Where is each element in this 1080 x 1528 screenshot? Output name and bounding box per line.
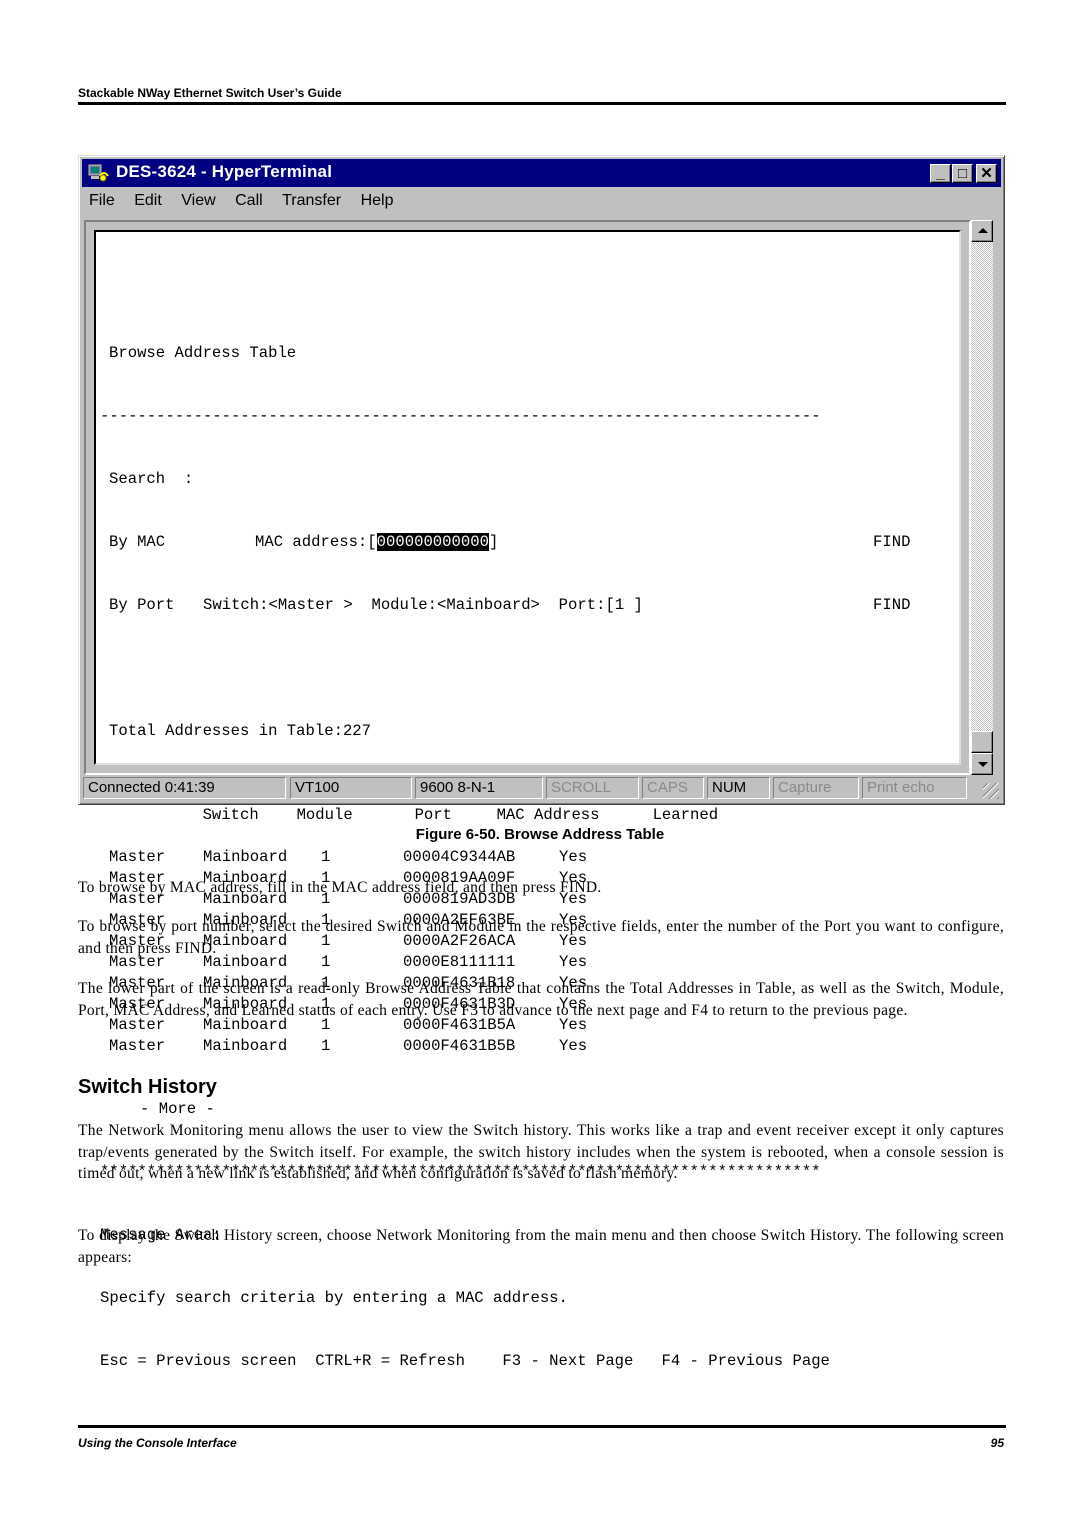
window-title: DES-3624 - HyperTerminal (116, 162, 333, 181)
page-header: Stackable NWay Ethernet Switch User’s Gu… (78, 86, 342, 100)
footer-section: Using the Console Interface (78, 1436, 237, 1450)
total-addresses-value: 227 (342, 722, 372, 740)
paragraph: To display the Switch History screen, ch… (78, 1227, 1004, 1266)
status-settings: 9600 8-N-1 (415, 777, 543, 799)
title-bar[interactable]: DES-3624 - HyperTerminal _ □ ✕ (82, 159, 1001, 187)
status-num: NUM (707, 777, 770, 799)
terminal-frame: Browse Address Table -------------------… (84, 220, 971, 1370)
switch-select[interactable]: <Master > (269, 596, 353, 614)
menu-call[interactable]: Call (235, 192, 263, 210)
col-port: Port (414, 806, 453, 824)
hyperterminal-app-icon (88, 164, 109, 182)
cell-port: 1 (321, 1037, 331, 1055)
hyperterminal-window: DES-3624 - HyperTerminal _ □ ✕ File Edit… (78, 155, 1005, 1370)
menu-help[interactable]: Help (361, 192, 394, 210)
col-learned: Learned (652, 806, 719, 824)
maximize-icon: □ (957, 165, 968, 182)
maximize-button[interactable]: □ (952, 164, 973, 183)
status-bar: Connected 0:41:39 VT100 9600 8-N-1 SCROL… (82, 776, 1001, 800)
cell-module: Mainboard (203, 1037, 288, 1055)
cell-switch: Master (109, 848, 166, 866)
close-button[interactable]: ✕ (976, 164, 997, 183)
close-icon: ✕ (980, 165, 993, 182)
footer-rule (78, 1425, 1006, 1428)
cell-port: 1 (321, 848, 331, 866)
port-input[interactable]: [1 ] (605, 596, 642, 614)
paragraph: The lower part of the screen is a read-o… (78, 980, 1004, 1019)
figure-caption: Figure 6-50. Browse Address Table (415, 826, 665, 843)
table-row: Master Mainboard 1 0000F4631B5B Yes (109, 1036, 830, 1057)
dash-divider: ----------------------------------------… (100, 407, 821, 425)
vertical-scrollbar[interactable] (971, 220, 993, 775)
menu-file[interactable]: File (89, 192, 115, 210)
screen-title: Browse Address Table (109, 344, 297, 362)
by-port-label: By Port (109, 596, 175, 614)
status-capture: Capture (773, 777, 859, 799)
scroll-track[interactable] (971, 242, 993, 731)
port-label: Port: (558, 596, 606, 614)
minimize-button[interactable]: _ (930, 164, 951, 183)
section-heading: Switch History (78, 1076, 217, 1098)
paragraph: The Network Monitoring menu allows the u… (78, 1122, 1004, 1183)
status-scroll: SCROLL (546, 777, 639, 799)
message-text: Specify search criteria by entering a MA… (100, 1289, 568, 1307)
paragraph: To browse by MAC address, fill in the MA… (78, 879, 602, 896)
scroll-thumb[interactable] (971, 731, 993, 753)
cell-mac-address: 00004C9344AB (403, 848, 516, 866)
status-emulation: VT100 (290, 777, 412, 799)
total-addresses-label: Total Addresses in Table: (109, 722, 343, 740)
menu-edit[interactable]: Edit (134, 192, 162, 210)
scroll-down-button[interactable] (971, 753, 993, 775)
module-label: Module: (371, 596, 437, 614)
switch-label: Switch: (203, 596, 269, 614)
table-row: Master Mainboard 1 00004C9344AB Yes (109, 847, 830, 868)
find-by-mac-button[interactable]: FIND (873, 532, 910, 553)
cell-learned: Yes (559, 1037, 588, 1055)
by-mac-label: By MAC (109, 533, 166, 551)
page-number: 95 (990, 1436, 1004, 1450)
mac-address-input[interactable]: 000000000000 (376, 533, 489, 551)
menu-view[interactable]: View (181, 192, 215, 210)
col-switch: Switch (202, 806, 259, 824)
status-print-echo: Print echo (862, 777, 967, 799)
terminal-screen[interactable]: Browse Address Table -------------------… (94, 230, 961, 1370)
minimize-icon: _ (936, 165, 945, 182)
cell-switch: Master (109, 1037, 166, 1055)
mac-address-label: MAC address: (255, 533, 368, 551)
resize-grip-icon[interactable] (983, 783, 999, 799)
more-indicator: - More - (140, 1100, 215, 1118)
header-rule (78, 102, 1006, 105)
key-help-line: Esc = Previous screen CTRL+R = Refresh F… (100, 1352, 830, 1370)
find-by-port-button[interactable]: FIND (873, 595, 910, 616)
scroll-up-button[interactable] (971, 220, 993, 242)
arrow-down-icon (978, 762, 988, 767)
status-caps: CAPS (642, 777, 704, 799)
search-label: Search : (109, 470, 194, 488)
cell-mac-address: 0000F4631B5B (403, 1037, 516, 1055)
menu-bar: File Edit View Call Transfer Help (89, 192, 408, 214)
col-mac-address: MAC Address (496, 806, 600, 824)
col-module: Module (296, 806, 353, 824)
menu-transfer[interactable]: Transfer (282, 192, 341, 210)
module-select[interactable]: <Mainboard> (437, 596, 540, 614)
paragraph: To browse by port number, select the des… (78, 918, 1004, 957)
status-connected: Connected 0:41:39 (83, 777, 286, 799)
arrow-up-icon (978, 228, 988, 233)
cell-learned: Yes (559, 848, 588, 866)
cell-module: Mainboard (203, 848, 288, 866)
